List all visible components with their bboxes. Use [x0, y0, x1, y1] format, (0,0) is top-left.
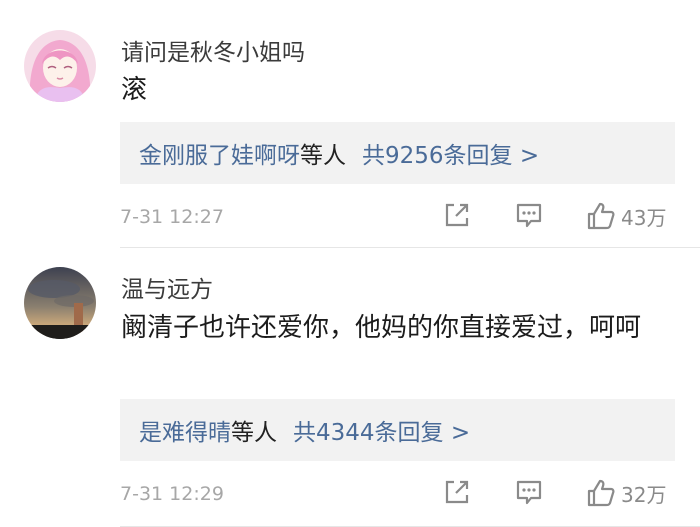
thumbs-up-icon [587, 479, 615, 507]
comment-time: 7-31 12:29 [120, 483, 224, 505]
like-count: 43万 [621, 205, 667, 230]
comment-text: 滚 [121, 75, 148, 105]
reply-users-suffix: 等人 [300, 143, 346, 169]
share-icon [445, 203, 469, 227]
thumbs-up-icon [587, 202, 615, 230]
comment-time: 7-31 12:27 [120, 206, 224, 228]
username[interactable]: 请问是秋冬小姐吗 [121, 33, 305, 67]
share-button[interactable] [442, 200, 472, 230]
comment-button[interactable] [514, 477, 544, 507]
comment-text: 阚清子也许还爱你，他妈的你直接爱过，呵呵 [121, 313, 642, 343]
avatar[interactable] [24, 30, 96, 102]
like-count: 32万 [621, 482, 667, 507]
comment-icon [516, 203, 542, 228]
sunset-sky-avatar-icon [24, 267, 96, 339]
like-button[interactable]: 43万 [585, 200, 666, 232]
comment-item: 温与远方 阚清子也许还爱你，他妈的你直接爱过，呵呵 是难得晴 等人 共4344条回复… [0, 248, 700, 527]
replies-summary[interactable]: 是难得晴 等人 共4344条回复 > [120, 399, 675, 461]
reply-count-link[interactable]: 共4344条回复 > [293, 413, 470, 447]
avatar[interactable] [24, 267, 96, 339]
comment-icon [516, 480, 542, 505]
reply-users-suffix: 等人 [231, 420, 277, 446]
anime-girl-avatar-icon [24, 30, 96, 102]
share-icon [445, 480, 469, 504]
share-button[interactable] [442, 477, 472, 507]
reply-users[interactable]: 金刚服了娃啊呀 [139, 136, 300, 170]
replies-summary[interactable]: 金刚服了娃啊呀 等人 共9256条回复 > [120, 122, 675, 184]
like-button[interactable]: 32万 [585, 477, 666, 509]
comment-button[interactable] [514, 200, 544, 230]
username[interactable]: 温与远方 [121, 270, 213, 304]
reply-users[interactable]: 是难得晴 [139, 413, 231, 447]
comment-item: 请问是秋冬小姐吗 滚 金刚服了娃啊呀 等人 共9256条回复 > 7-31 12:2… [0, 0, 700, 248]
reply-count-link[interactable]: 共9256条回复 > [362, 136, 539, 170]
